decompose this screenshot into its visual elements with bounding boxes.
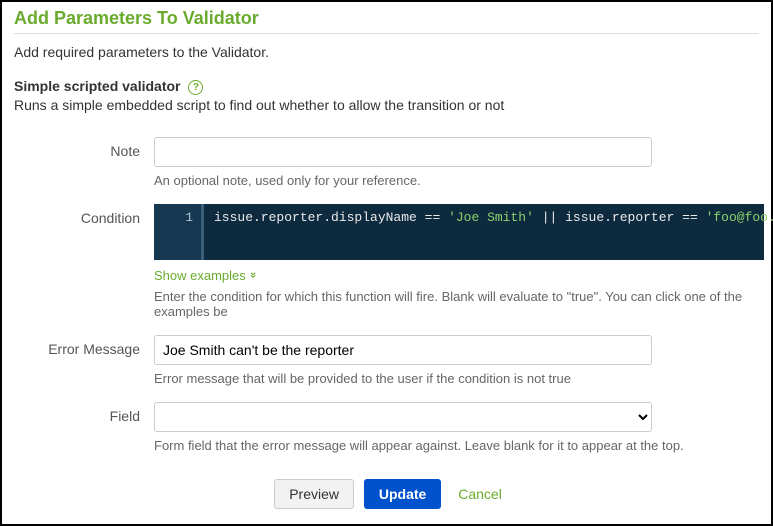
form-container: Add Parameters To Validator Add required… [2,2,771,521]
action-bar: Preview Update Cancel [14,479,759,509]
page-description: Add required parameters to the Validator… [14,44,759,60]
field-select[interactable] [154,402,652,432]
field-row: Field Form field that the error message … [14,402,759,453]
condition-help: Enter the condition for which this funct… [154,289,759,319]
validator-name: Simple scripted validator [14,78,181,94]
chevron-down-icon: » [247,272,259,278]
error-message-label: Error Message [14,335,154,386]
note-row: Note An optional note, used only for you… [14,137,759,188]
condition-label: Condition [14,204,154,319]
condition-row: Condition 1 issue.reporter.displayName =… [14,204,759,319]
preview-button[interactable]: Preview [274,479,354,509]
cancel-link[interactable]: Cancel [458,486,502,502]
page-title: Add Parameters To Validator [14,8,759,34]
condition-code-editor[interactable]: 1 issue.reporter.displayName == 'Joe Smi… [154,204,764,260]
field-help: Form field that the error message will a… [154,438,759,453]
code-gutter: 1 [154,204,204,260]
error-message-help: Error message that will be provided to t… [154,371,759,386]
validator-description: Runs a simple embedded script to find ou… [14,97,759,113]
update-button[interactable]: Update [364,479,441,509]
error-message-input[interactable] [154,335,652,365]
code-content[interactable]: issue.reporter.displayName == 'Joe Smith… [204,204,773,260]
field-label: Field [14,402,154,453]
validator-header: Simple scripted validator ? [14,78,759,95]
line-number: 1 [178,210,193,225]
error-message-row: Error Message Error message that will be… [14,335,759,386]
note-label: Note [14,137,154,188]
note-input[interactable] [154,137,652,167]
help-icon[interactable]: ? [188,80,203,95]
show-examples-link[interactable]: Show examples » [154,268,256,283]
note-help: An optional note, used only for your ref… [154,173,759,188]
show-examples-label: Show examples [154,268,246,283]
